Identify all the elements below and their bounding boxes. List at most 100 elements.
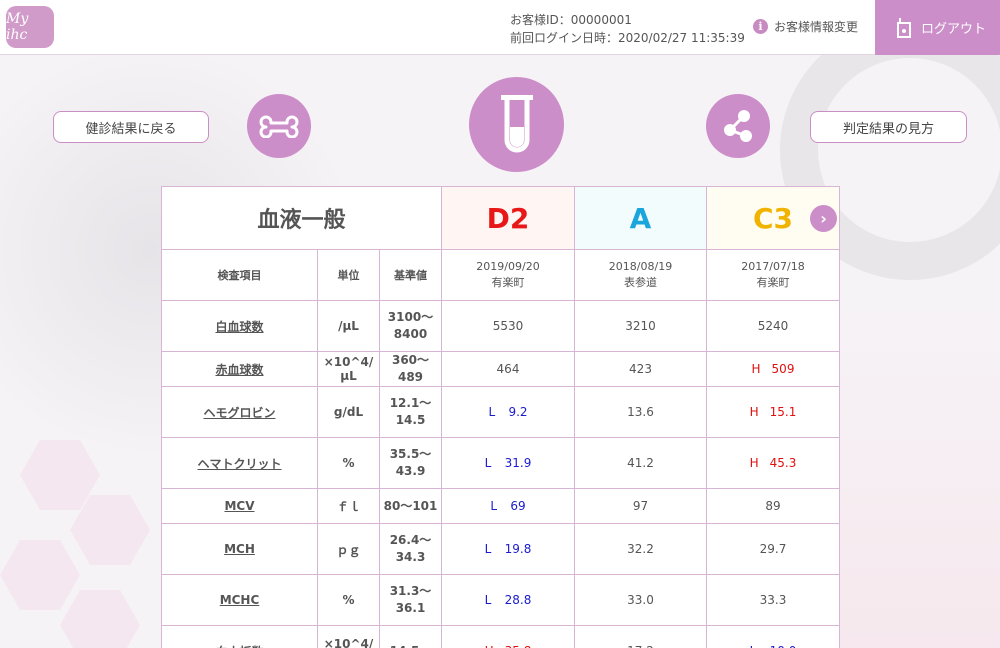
reference-range-cell: 26.4～ 34.3	[379, 523, 442, 575]
result-value-cell: H 15.1	[706, 386, 840, 438]
flag-indicator: H	[751, 362, 761, 376]
table-row: 血小板数×10^4/μL14.5～H35.817.2L10.0	[161, 625, 840, 648]
grade-cell-1: D2	[441, 186, 575, 250]
result-value: 19.8	[504, 542, 532, 556]
result-value: 89	[765, 499, 781, 513]
result-value: 29.7	[759, 542, 787, 556]
col-header-item: 検査項目	[161, 249, 318, 301]
result-value: 13.6	[627, 405, 654, 419]
flag-indicator: L	[750, 644, 770, 648]
result-value: 33.0	[627, 593, 654, 607]
result-value-cell: 5240	[706, 300, 840, 352]
result-value: 464	[496, 362, 520, 376]
grade-cell-3-label: C3	[752, 201, 794, 235]
visit-header-3: 2017/07/18 有楽町	[706, 249, 840, 301]
result-value-cell: 41.2	[574, 437, 707, 489]
molecule-category-button[interactable]	[706, 94, 770, 158]
result-value-cell: L 9.2	[441, 386, 575, 438]
result-value: 15.1	[769, 405, 797, 419]
top-header: My ihc お客様ID：00000001 前回ログイン日時：2020/02/2…	[0, 0, 1000, 55]
table-row: 白血球数/μL 3100～ 8400 5530 3210 5240	[161, 300, 840, 352]
next-arrow-button[interactable]: ›	[810, 205, 837, 232]
result-value: 97	[632, 499, 649, 513]
table-row: ヘマトクリット% 35.5～ 43.9 L 31.9 41.2 H 45.3	[161, 437, 840, 489]
bone-category-button[interactable]	[247, 94, 311, 158]
unit-cell: %	[317, 437, 380, 489]
result-value: 45.3	[769, 456, 797, 470]
visit-header-2: 2018/08/19 表参道	[574, 249, 707, 301]
result-value-cell: 32.2	[574, 523, 707, 575]
result-value-cell: H 45.3	[706, 437, 840, 489]
result-value: 69	[510, 499, 526, 513]
result-value-cell: 33.3	[706, 574, 840, 626]
flag-indicator: L	[490, 499, 498, 513]
test-item-link[interactable]: ヘマトクリット	[161, 437, 318, 489]
result-value-cell: L 31.9	[441, 437, 575, 489]
result-value-cell: 3210	[574, 300, 707, 352]
test-item-link[interactable]: MCV	[161, 488, 318, 524]
logo[interactable]: My ihc	[6, 6, 54, 48]
blood-test-category-button[interactable]	[469, 77, 564, 172]
logout-button[interactable]: ログアウト	[875, 0, 1000, 55]
customer-info: お客様ID：00000001 前回ログイン日時：2020/02/27 11:35…	[510, 11, 745, 47]
test-item-link[interactable]: 赤血球数	[161, 351, 318, 387]
customer-info-change-label: お客様情報変更	[774, 20, 859, 34]
result-value-cell: 97	[574, 488, 707, 524]
unit-cell: ｆｌ	[317, 488, 380, 524]
result-value: 3210	[625, 319, 656, 333]
result-value: 35.8	[505, 644, 532, 648]
result-value-cell: L 28.8	[441, 574, 575, 626]
test-item-link[interactable]: 白血球数	[161, 300, 318, 352]
customer-info-change-link[interactable]: i お客様情報変更	[753, 18, 858, 35]
grade-row: 血液一般 D2 A C3 ›	[161, 186, 840, 250]
result-value-cell: L 19.8	[441, 523, 575, 575]
table-row: ヘモグロビン g/dL 12.1～ 14.5 L 9.2 13.6 H 15.1	[161, 386, 840, 438]
result-value: 32.2	[627, 542, 654, 556]
result-value-cell: 17.2	[574, 625, 707, 648]
judgment-guide-button[interactable]: 判定結果の見方	[810, 111, 967, 143]
back-to-results-button[interactable]: 健診結果に戻る	[53, 111, 209, 143]
col-header-ref: 基準値	[379, 249, 442, 301]
result-value: 33.3	[759, 593, 787, 607]
unit-cell: ×10^4/μL	[317, 351, 380, 387]
flag-indicator: H	[485, 644, 505, 648]
flag-indicator: L	[488, 405, 496, 419]
result-value-cell: L10.0	[706, 625, 840, 648]
result-value: 5530	[492, 319, 524, 333]
reference-range-cell: 31.3～ 36.1	[379, 574, 442, 626]
customer-id: お客様ID：00000001	[510, 13, 632, 27]
reference-range-cell: 3100～ 8400	[379, 300, 442, 352]
result-value: 509	[771, 362, 795, 376]
result-value: 41.2	[627, 456, 654, 470]
bone-icon	[259, 115, 299, 138]
flag-indicator: L	[484, 593, 492, 607]
table-row: 赤血球数 ×10^4/μL 360～489 464 423 H 509	[161, 351, 840, 387]
unit-cell: %	[317, 574, 380, 626]
result-value: 9.2	[508, 405, 528, 419]
flag-indicator: L	[484, 456, 492, 470]
result-value: 17.2	[627, 644, 654, 648]
visit-place: 有楽町	[756, 276, 790, 289]
test-item-link[interactable]: 血小板数	[161, 625, 318, 648]
visit-date: 2018/08/19	[608, 260, 673, 273]
reference-range-cell: 80～101	[379, 488, 442, 524]
reference-range-cell: 35.5～ 43.9	[379, 437, 442, 489]
result-value: 28.8	[504, 593, 532, 607]
test-item-link[interactable]: ヘモグロビン	[161, 386, 318, 438]
result-value-cell: 29.7	[706, 523, 840, 575]
result-value-cell: 33.0	[574, 574, 707, 626]
last-login: 前回ログイン日時：2020/02/27 11:35:39	[510, 31, 745, 45]
result-value-cell: L 69	[441, 488, 575, 524]
unit-cell: g/dL	[317, 386, 380, 438]
reference-range-cell: 12.1～ 14.5	[379, 386, 442, 438]
test-item-link[interactable]: MCH	[161, 523, 318, 575]
results-table: 血液一般 D2 A C3 › 検査項目 単位 基準値 2019/09/20 有楽…	[161, 186, 840, 648]
result-value-cell: H 509	[706, 351, 840, 387]
result-value-cell: H35.8	[441, 625, 575, 648]
visit-date: 2017/07/18	[741, 260, 805, 273]
molecule-icon	[724, 110, 752, 142]
test-item-link[interactable]: MCHC	[161, 574, 318, 626]
logout-label: ログアウト	[921, 22, 987, 37]
reference-range-cell: 360～489	[379, 351, 442, 387]
flag-indicator: L	[484, 542, 492, 556]
